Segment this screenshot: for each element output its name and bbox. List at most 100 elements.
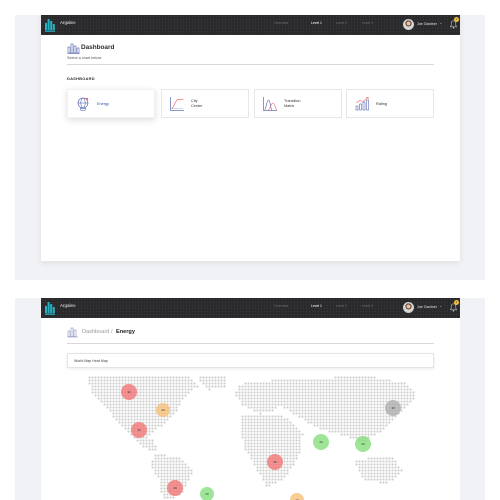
map-dot [358, 430, 361, 433]
world-heat-map[interactable]: 30 20 30 30 30 20 20 20 30 20 [67, 376, 437, 500]
map-dot [151, 388, 154, 391]
map-dot [322, 400, 325, 403]
map-dot [181, 475, 184, 478]
chevron-down-icon[interactable]: ⌄ [439, 20, 442, 25]
map-dot [295, 403, 298, 406]
map-dot [253, 424, 256, 427]
map-dot [400, 394, 403, 397]
map-dot [244, 427, 247, 430]
map-dot [361, 409, 364, 412]
map-hotspot[interactable]: 30 [121, 384, 137, 400]
map-dot [319, 382, 322, 385]
map-dot [298, 409, 301, 412]
nav-item-level-1[interactable]: Level 1 [311, 304, 322, 308]
map-dot [286, 448, 289, 451]
map-hotspot[interactable]: 30 [167, 480, 183, 496]
map-hotspot[interactable]: 30 [131, 422, 147, 438]
map-dot [289, 436, 292, 439]
map-dot [355, 412, 358, 415]
map-dot [286, 466, 289, 469]
map-dot [244, 391, 247, 394]
card-city-center[interactable]: City Center [161, 89, 249, 118]
map-hotspot[interactable]: 20 [290, 493, 304, 500]
map-dot [106, 406, 109, 409]
chevron-down-icon[interactable]: ⌄ [439, 303, 442, 308]
map-dot [298, 388, 301, 391]
map-dot [259, 421, 262, 424]
map-hotspot[interactable]: 30 [267, 454, 283, 470]
map-dot [247, 451, 250, 454]
map-dot [310, 400, 313, 403]
map-hotspot[interactable]: 20 [156, 403, 170, 417]
map-dot [271, 424, 274, 427]
card-transition-matrix[interactable]: Transition Matrix [254, 89, 342, 118]
map-dot [352, 388, 355, 391]
map-dot [382, 379, 385, 382]
dashboard-icon[interactable] [67, 326, 79, 338]
map-dot [115, 391, 118, 394]
map-dot [166, 388, 169, 391]
app-logo-icon[interactable] [45, 18, 55, 32]
world-map-canvas[interactable]: 30 20 30 30 30 20 20 20 30 20 [67, 376, 437, 500]
map-dot [334, 418, 337, 421]
map-dot [265, 478, 268, 481]
avatar[interactable] [403, 19, 414, 30]
map-dot [388, 418, 391, 421]
map-hotspot[interactable]: 20 [200, 487, 214, 500]
map-dot [334, 397, 337, 400]
card-energy[interactable]: Energy [67, 89, 155, 118]
map-dot [130, 409, 133, 412]
map-dot [283, 391, 286, 394]
map-dot [133, 418, 136, 421]
nav-item-overview[interactable]: Overview [274, 304, 288, 308]
map-dot [373, 478, 376, 481]
app-logo-icon[interactable] [45, 301, 55, 315]
map-dot [370, 400, 373, 403]
map-dot [328, 388, 331, 391]
map-dot [403, 406, 406, 409]
user-name[interactable]: Joe Gardner [417, 22, 437, 26]
map-dot [283, 382, 286, 385]
map-dot [286, 460, 289, 463]
map-dot [379, 388, 382, 391]
nav-item-level-3[interactable]: Level 3 [362, 304, 373, 308]
map-hotspot[interactable]: 20 [313, 434, 329, 450]
map-dot [268, 391, 271, 394]
map-hotspot[interactable]: 30 [385, 400, 401, 416]
map-dot [331, 424, 334, 427]
nav-item-overview[interactable]: Overview [274, 21, 288, 25]
map-hotspot[interactable]: 20 [355, 436, 371, 452]
map-dot [289, 421, 292, 424]
nav-item-level-3[interactable]: Level 3 [362, 21, 373, 25]
user-name[interactable]: Joe Gardner [417, 305, 437, 309]
map-dot [277, 421, 280, 424]
hotspot-label: 20 [361, 442, 365, 446]
map-dot [262, 439, 265, 442]
hotspot-label: 30 [273, 460, 277, 464]
map-dot [103, 403, 106, 406]
map-dot [289, 457, 292, 460]
map-dot [268, 436, 271, 439]
map-dot [361, 403, 364, 406]
map-dot [376, 388, 379, 391]
map-dot [283, 379, 286, 382]
map-dot [163, 475, 166, 478]
nav-item-level-2[interactable]: Level 2 [336, 304, 347, 308]
map-dot [349, 391, 352, 394]
map-dot [271, 391, 274, 394]
nav-item-level-2[interactable]: Level 2 [336, 21, 347, 25]
map-dot [295, 445, 298, 448]
map-dot [142, 382, 145, 385]
nav-item-level-1[interactable]: Level 1 [311, 21, 322, 25]
map-dot [289, 451, 292, 454]
map-dot [238, 394, 241, 397]
map-dot [346, 394, 349, 397]
breadcrumb-root-link[interactable]: Dashboard [82, 329, 109, 335]
avatar[interactable] [403, 302, 414, 313]
map-dot [388, 397, 391, 400]
map-dot [214, 379, 217, 382]
card-rating[interactable]: Rating [346, 89, 434, 118]
map-dot [373, 460, 376, 463]
map-dot [280, 445, 283, 448]
map-dot [157, 424, 160, 427]
